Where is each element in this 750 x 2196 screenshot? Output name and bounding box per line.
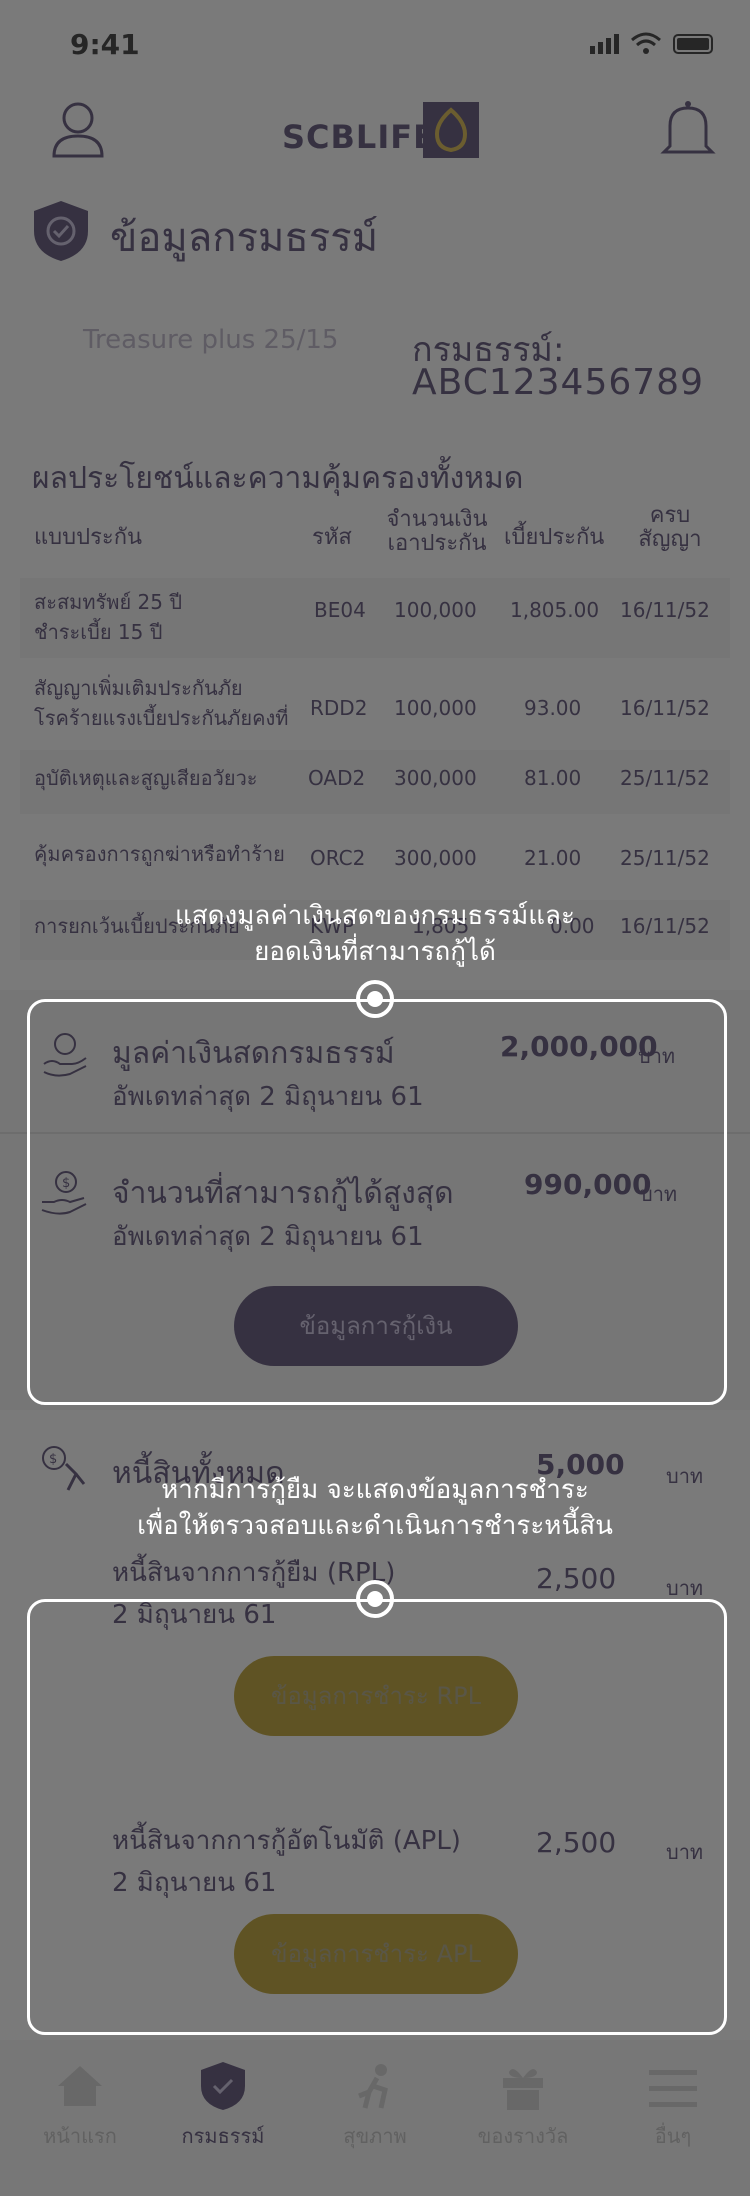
rpl-amount: 2,500 [536,1562,617,1595]
page-title: ข้อมูลกรมธรรม์ [110,215,379,261]
brand-logo-text: SCBLIFE [282,118,436,156]
row-maturity: 25/11/52 [620,766,710,790]
table-row: สะสมทรัพย์ 25 ปี ชำระเบี้ย 15 ปี BE04 10… [20,578,730,658]
column-sum-assured: จำนวนเงิน [386,507,488,532]
column-sum-assured-2: เอาประกัน [387,531,487,556]
column-code: รหัส [312,525,352,550]
column-premium: เบี้ยประกัน [504,525,605,550]
signal-wifi-battery-icon [590,32,713,54]
row-premium: 93.00 [524,696,582,720]
tab-label: ของรางวัล [477,2124,569,2148]
tip-2-text: หากมีการกู้ยืม จะแสดงข้อมูลการชำระ เพื่อ… [0,1472,750,1544]
scb-logo-icon [423,102,479,158]
table-row: สัญญาเพิ่มเติมประกันภัย โรคร้ายแรงเบี้ยป… [20,666,730,746]
tip-1-text: แสดงมูลค่าเงินสดของกรมธรรม์และ ยอดเงินที… [0,898,750,970]
column-maturity: ครบ [649,503,691,528]
plan-name: Treasure plus 25/15 [83,325,339,355]
gift-icon [503,2069,543,2110]
row-sum-assured: 100,000 [394,696,477,720]
user-profile-icon[interactable] [50,100,106,160]
tab-health[interactable]: สุขภาพ [300,2056,450,2186]
policy-shield-icon [34,201,88,261]
row-sum-assured: 300,000 [394,846,477,870]
benefits-table-header: แบบประกัน รหัส จำนวนเงิน เอาประกัน เบี้ย… [0,500,750,570]
row-plan-name-2: ชำระเบี้ย 15 ปี [34,620,163,644]
row-code: RDD2 [310,696,368,720]
bottom-tab-bar: หน้าแรก กรมธรรม์ สุขภาพ ของรางวัล อื่นๆ [0,2040,750,2196]
row-maturity: 16/11/52 [620,598,710,622]
status-time: 9:41 [70,28,140,61]
table-row: คุ้มครองการถูกฆ่าหรือทำร้าย ORC2 300,000… [20,826,730,896]
row-premium: 21.00 [524,846,582,870]
row-plan-name-2: โรคร้ายแรงเบี้ยประกันภัยคงที่ [34,706,289,730]
run-icon [358,2064,388,2109]
row-plan-name: คุ้มครองการถูกฆ่าหรือทำร้าย [34,842,285,866]
policy-number: ABC123456789 [412,362,704,403]
shield-check-icon [201,2062,245,2110]
notification-bell-icon[interactable] [660,98,716,162]
row-plan-name: อุบัติเหตุและสูญเสียอวัยวะ [34,766,258,790]
row-maturity: 16/11/52 [620,696,710,720]
tab-label: อื่นๆ [654,2124,692,2148]
tab-label: หน้าแรก [43,2124,117,2148]
column-plan: แบบประกัน [34,525,143,550]
tip-1-line-1: แสดงมูลค่าเงินสดของกรมธรรม์และ [175,901,575,931]
row-sum-assured: 100,000 [394,598,477,622]
tab-label: สุขภาพ [343,2124,407,2148]
column-maturity-2: สัญญา [638,527,702,552]
tip-1-line-2: ยอดเงินที่สามารถกู้ได้ [254,937,496,967]
tip-1-highlight-box [27,999,727,1405]
row-code: ORC2 [310,846,366,870]
tip-2-line-1: หากมีการกู้ยืม จะแสดงข้อมูลการชำระ [161,1475,589,1505]
tip-2-line-2: เพื่อให้ตรวจสอบและดำเนินการชำระหนี้สิน [137,1511,613,1541]
page-title-row: ข้อมูลกรมธรรม์ [30,195,730,275]
home-icon [58,2066,102,2106]
rpl-title: หนี้สินจากการกู้ยืม (RPL) [112,1558,396,1588]
row-code: BE04 [314,598,366,622]
row-premium: 81.00 [524,766,582,790]
menu-icon [649,2070,697,2107]
row-sum-assured: 300,000 [394,766,477,790]
tip-2-highlight-box [27,1599,727,2035]
benefits-section-title: ผลประโยชน์และความคุ้มครองทั้งหมด [32,461,524,496]
tab-home[interactable]: หน้าแรก [5,2056,155,2186]
svg-text:$: $ [49,1452,57,1467]
row-code: OAD2 [308,766,366,790]
tab-policy[interactable]: กรมธรรม์ [148,2056,298,2186]
tab-rewards[interactable]: ของรางวัล [448,2056,598,2186]
row-maturity: 25/11/52 [620,846,710,870]
tab-label: กรมธรรม์ [181,2124,265,2148]
row-plan-name: สะสมทรัพย์ 25 ปี [34,590,183,614]
row-premium: 1,805.00 [510,598,600,622]
status-bar: 9:41 [0,0,750,90]
row-plan-name: สัญญาเพิ่มเติมประกันภัย [34,676,243,700]
tab-more[interactable]: อื่นๆ [598,2056,748,2186]
table-row: อุบัติเหตุและสูญเสียอวัยวะ OAD2 300,000 … [20,750,730,814]
